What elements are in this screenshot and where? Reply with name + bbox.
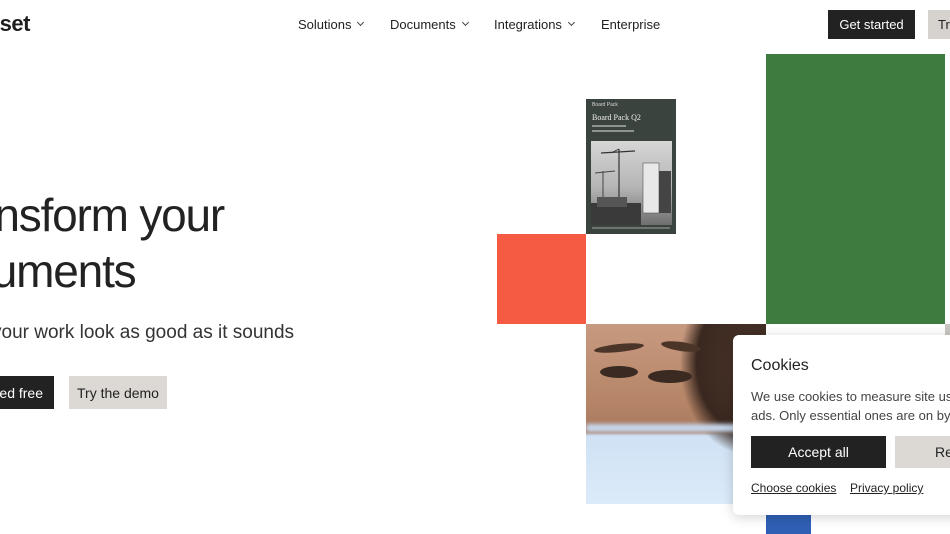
red-block xyxy=(497,234,586,324)
eye-shape xyxy=(648,370,692,383)
nav-integrations-label: Integrations xyxy=(494,17,562,32)
document-subtitle-line xyxy=(592,125,626,127)
document-subtitle-line xyxy=(592,130,634,132)
nav-integrations[interactable]: Integrations xyxy=(494,17,575,32)
chevron-down-icon xyxy=(461,18,469,27)
nav-enterprise[interactable]: Enterprise xyxy=(601,17,660,32)
document-footer-line xyxy=(592,227,670,229)
site-logo[interactable]: lset xyxy=(0,11,30,37)
chevron-down-icon xyxy=(357,18,365,27)
cookie-description: We use cookies to measure site usa ads. … xyxy=(751,387,950,425)
accept-all-button[interactable]: Accept all xyxy=(751,436,886,468)
hero-subheadline: your work look as good as it sounds xyxy=(0,322,295,343)
cookie-title: Cookies xyxy=(751,357,809,374)
nav-solutions-label: Solutions xyxy=(298,17,352,32)
try-demo-header-button[interactable]: Tr xyxy=(928,10,950,39)
get-started-button[interactable]: Get started xyxy=(828,10,915,39)
cookie-banner: Cookies We use cookies to measure site u… xyxy=(733,335,950,515)
document-brand: Board Pack xyxy=(592,102,618,108)
document-title: Board Pack Q2 xyxy=(592,113,641,122)
choose-cookies-link[interactable]: Choose cookies xyxy=(751,481,836,495)
nav-enterprise-label: Enterprise xyxy=(601,17,661,32)
hero-headline-line2: cuments xyxy=(0,245,137,297)
document-preview-card: Board Pack Board Pack Q2 xyxy=(586,99,676,234)
chevron-down-icon xyxy=(567,18,575,27)
construction-photo xyxy=(591,141,672,225)
cookie-description-line: ads. Only essential ones are on by d xyxy=(751,408,950,423)
green-block xyxy=(766,54,945,324)
privacy-policy-link[interactable]: Privacy policy xyxy=(850,481,923,495)
nav-documents[interactable]: Documents xyxy=(390,17,469,32)
get-started-free-button[interactable]: ted free xyxy=(0,376,54,409)
hero-headline-line1: ansform your xyxy=(0,189,225,241)
try-demo-button[interactable]: Try the demo xyxy=(69,376,167,409)
nav-solutions[interactable]: Solutions xyxy=(298,17,365,32)
reject-button[interactable]: Re xyxy=(895,436,950,468)
cookie-description-line: We use cookies to measure site usa xyxy=(751,389,950,404)
eyebrow-shape xyxy=(593,341,645,355)
eye-shape xyxy=(600,366,638,378)
nav-documents-label: Documents xyxy=(390,17,456,32)
crane-illustration xyxy=(591,148,671,225)
